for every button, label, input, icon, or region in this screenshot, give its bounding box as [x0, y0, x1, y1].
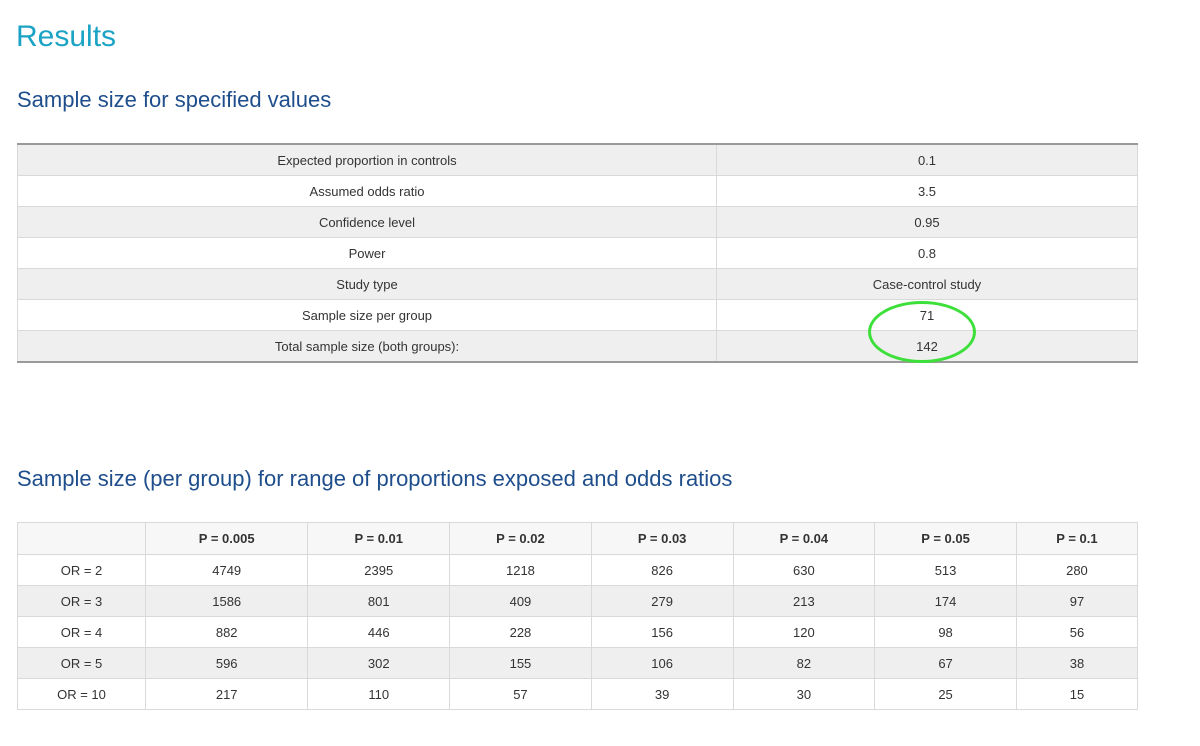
row-label: Power — [17, 237, 717, 269]
table-cell: 279 — [590, 585, 734, 617]
column-header: P = 0.01 — [307, 522, 451, 555]
column-header: P = 0.02 — [449, 522, 592, 555]
table-cell: 110 — [307, 678, 451, 710]
table-cell: 174 — [874, 585, 1017, 617]
row-label: OR = 5 — [17, 647, 146, 679]
row-value: 3.5 — [716, 175, 1138, 207]
table-header-row: P = 0.005 P = 0.01 P = 0.02 P = 0.03 P =… — [17, 522, 1139, 555]
table-cell: 57 — [449, 678, 592, 710]
table-cell: 15 — [1015, 678, 1139, 710]
table-cell: 213 — [732, 585, 876, 617]
table-cell: 38 — [1015, 647, 1139, 679]
row-label: OR = 4 — [17, 616, 146, 648]
row-label: Study type — [17, 268, 717, 300]
table-row: OR = 10 217 110 57 39 30 25 15 — [17, 678, 1139, 710]
column-header: P = 0.1 — [1015, 522, 1139, 555]
row-label: Expected proportion in controls — [17, 143, 717, 176]
table-row: OR = 5 596 302 155 106 82 67 38 — [17, 647, 1139, 679]
table-cell: 82 — [732, 647, 876, 679]
row-label: OR = 10 — [17, 678, 146, 710]
table-row: Confidence level 0.95 — [17, 206, 1138, 238]
row-label: OR = 3 — [17, 585, 146, 617]
table-cell: 1586 — [144, 585, 309, 617]
table-cell: 120 — [732, 616, 876, 648]
table-cell: 1218 — [449, 554, 592, 586]
table-cell: 156 — [590, 616, 734, 648]
row-label: OR = 2 — [17, 554, 146, 586]
table-cell: 98 — [874, 616, 1017, 648]
table-cell: 409 — [449, 585, 592, 617]
row-label: Sample size per group — [17, 299, 717, 331]
column-header: P = 0.005 — [144, 522, 309, 555]
table-cell: 513 — [874, 554, 1017, 586]
table-row: OR = 2 4749 2395 1218 826 630 513 280 — [17, 554, 1139, 586]
table-cell: 302 — [307, 647, 451, 679]
row-label: Total sample size (both groups): — [17, 330, 717, 363]
page-title: Results — [16, 20, 117, 53]
section-title-range: Sample size (per group) for range of pro… — [17, 466, 733, 491]
table-cell: 25 — [874, 678, 1017, 710]
table-cell: 39 — [590, 678, 734, 710]
table-row: Study type Case-control study — [17, 268, 1138, 300]
table-cell: 56 — [1015, 616, 1139, 648]
total-sample-size-value: 142 — [716, 330, 1138, 363]
table-cell: 2395 — [307, 554, 451, 586]
table-cell: 596 — [144, 647, 309, 679]
summary-table: Expected proportion in controls 0.1 Assu… — [17, 143, 1138, 363]
row-value: 0.1 — [716, 143, 1138, 176]
table-cell: 4749 — [144, 554, 309, 586]
table-cell: 30 — [732, 678, 876, 710]
range-table: P = 0.005 P = 0.01 P = 0.02 P = 0.03 P =… — [17, 522, 1139, 710]
table-cell: 826 — [590, 554, 734, 586]
section-title-specified-values: Sample size for specified values — [17, 87, 332, 112]
table-cell: 106 — [590, 647, 734, 679]
table-cell: 228 — [449, 616, 592, 648]
column-header: P = 0.04 — [732, 522, 876, 555]
table-cell: 801 — [307, 585, 451, 617]
table-row: Assumed odds ratio 3.5 — [17, 175, 1138, 207]
row-label: Assumed odds ratio — [17, 175, 717, 207]
table-row: Total sample size (both groups): 142 — [17, 330, 1138, 363]
table-cell: 280 — [1015, 554, 1139, 586]
row-value: Case-control study — [716, 268, 1138, 300]
sample-size-per-group-value: 71 — [716, 299, 1138, 331]
table-row: OR = 3 1586 801 409 279 213 174 97 — [17, 585, 1139, 617]
table-cell: 155 — [449, 647, 592, 679]
table-cell: 217 — [144, 678, 309, 710]
column-header: P = 0.03 — [590, 522, 734, 555]
table-cell: 97 — [1015, 585, 1139, 617]
row-value: 0.8 — [716, 237, 1138, 269]
column-header: P = 0.05 — [874, 522, 1017, 555]
table-cell: 882 — [144, 616, 309, 648]
column-header — [17, 522, 146, 555]
table-cell: 630 — [732, 554, 876, 586]
row-label: Confidence level — [17, 206, 717, 238]
results-page: Results Sample size for specified values… — [0, 0, 1200, 746]
row-value: 0.95 — [716, 206, 1138, 238]
table-row: Power 0.8 — [17, 237, 1138, 269]
table-cell: 446 — [307, 616, 451, 648]
table-row: Sample size per group 71 — [17, 299, 1138, 331]
table-row: Expected proportion in controls 0.1 — [17, 143, 1138, 176]
table-cell: 67 — [874, 647, 1017, 679]
table-row: OR = 4 882 446 228 156 120 98 56 — [17, 616, 1139, 648]
